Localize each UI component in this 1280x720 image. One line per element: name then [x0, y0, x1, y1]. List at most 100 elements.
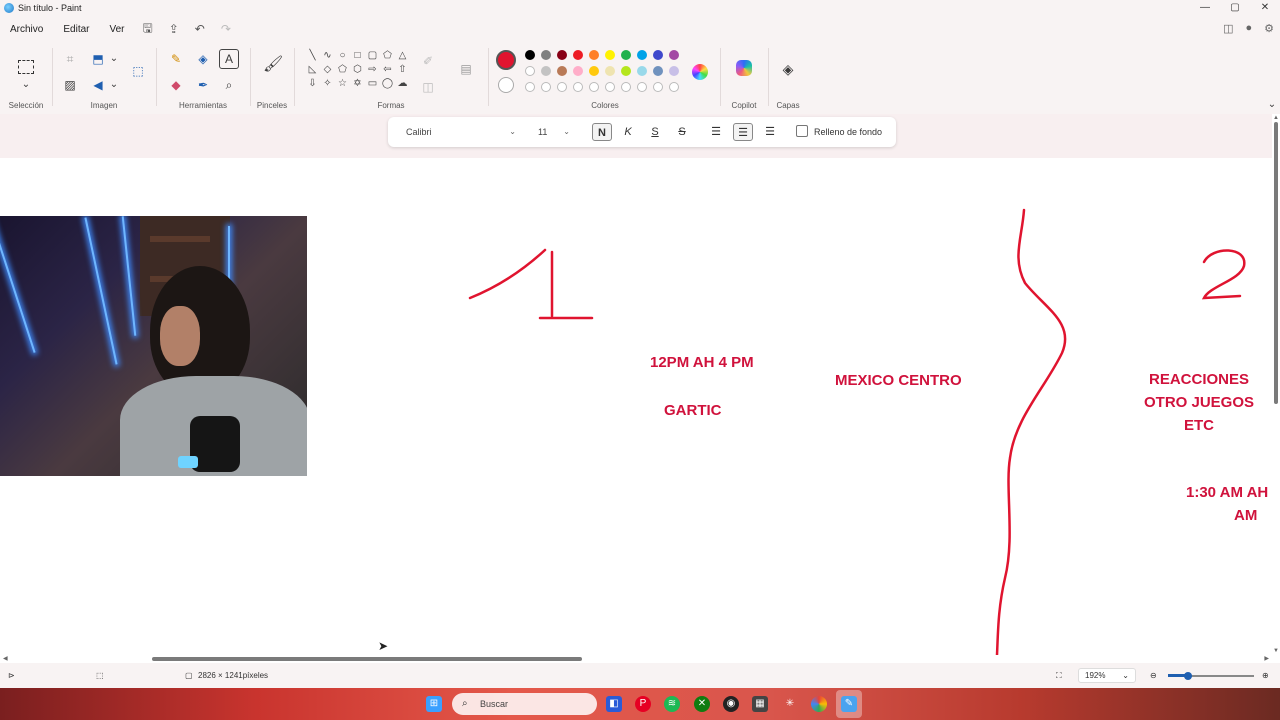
feedback-icon[interactable]: ◫: [1223, 22, 1233, 35]
vertical-scrollbar[interactable]: ▲ ▼: [1272, 114, 1280, 655]
color-swatch[interactable]: [653, 66, 663, 76]
layers-icon[interactable]: ◈: [780, 62, 796, 76]
scroll-down-icon[interactable]: ▼: [1273, 648, 1279, 654]
save-icon[interactable]: 🖫: [143, 19, 153, 40]
custom-color-slot[interactable]: [589, 82, 599, 92]
scroll-right-icon[interactable]: ▶: [1264, 655, 1269, 662]
rotate-icon[interactable]: ▨: [62, 78, 78, 92]
font-size-select[interactable]: 11 ⌄: [530, 123, 576, 141]
text-tool-icon[interactable]: A: [219, 49, 239, 69]
chevron-down-icon[interactable]: ⌄: [18, 78, 34, 92]
brush-icon[interactable]: 🖌: [263, 57, 283, 73]
minimize-button[interactable]: —: [1190, 0, 1220, 16]
menu-archivo[interactable]: Archivo: [10, 24, 43, 35]
share-icon[interactable]: ⇪: [169, 22, 179, 36]
five-point-star-icon[interactable]: ☆: [335, 78, 350, 92]
close-button[interactable]: ✕: [1250, 0, 1280, 16]
custom-color-slot[interactable]: [669, 82, 679, 92]
color-swatch[interactable]: [653, 50, 663, 60]
resize-icon[interactable]: ⬒: [90, 52, 106, 66]
callout-rect-icon[interactable]: ▭: [365, 78, 380, 92]
custom-color-slot[interactable]: [605, 82, 615, 92]
cloud-shape-icon[interactable]: ☁: [395, 78, 410, 92]
color-swatch[interactable]: [621, 50, 631, 60]
scroll-left-icon[interactable]: ◀: [3, 655, 8, 662]
curve-shape-icon[interactable]: ∿: [320, 50, 335, 64]
custom-color-slot[interactable]: [573, 82, 583, 92]
obs-icon[interactable]: ◉: [723, 696, 739, 712]
fit-to-window-icon[interactable]: ⛶: [1056, 671, 1062, 681]
color-swatch[interactable]: [573, 50, 583, 60]
chrome-icon[interactable]: [811, 696, 827, 712]
color-swatch[interactable]: [557, 50, 567, 60]
chevron-down-icon[interactable]: ⌄: [106, 78, 122, 92]
left-arrow-shape-icon[interactable]: ⇦: [380, 64, 395, 78]
color-swatch[interactable]: [525, 50, 535, 60]
rectangle-shape-icon[interactable]: □: [350, 50, 365, 64]
color-swatch[interactable]: [589, 50, 599, 60]
line-shape-icon[interactable]: ╲: [305, 50, 320, 64]
shape-options-icon[interactable]: ▤: [458, 62, 474, 76]
color-swatch[interactable]: [589, 66, 599, 76]
color-swatch[interactable]: [637, 66, 647, 76]
hexagon-shape-icon[interactable]: ⬡: [350, 64, 365, 78]
color-swatch[interactable]: [621, 66, 631, 76]
vertical-scroll-thumb[interactable]: [1274, 122, 1278, 404]
color-wheel-icon[interactable]: [692, 64, 708, 80]
diamond-shape-icon[interactable]: ◇: [320, 64, 335, 78]
custom-color-slot[interactable]: [637, 82, 647, 92]
undo-icon[interactable]: ↶: [195, 22, 205, 36]
font-family-select[interactable]: Calibri ⌄: [398, 123, 522, 141]
pentagon-shape-icon[interactable]: ⬠: [335, 64, 350, 78]
strikethrough-button[interactable]: S: [672, 123, 692, 141]
horizontal-scroll-thumb[interactable]: [152, 657, 582, 661]
down-arrow-shape-icon[interactable]: ⇩: [305, 78, 320, 92]
background-fill-checkbox[interactable]: [796, 125, 808, 137]
maximize-button[interactable]: ▢: [1220, 0, 1250, 16]
scroll-up-icon[interactable]: ▲: [1273, 115, 1279, 121]
color-swatch[interactable]: [637, 50, 647, 60]
flip-icon[interactable]: ◀: [90, 78, 106, 92]
eraser-icon[interactable]: ◆: [168, 78, 184, 92]
spark-app-icon[interactable]: ✳: [782, 696, 798, 712]
taskbar-search[interactable]: ⌕ Buscar: [452, 693, 597, 715]
align-center-icon[interactable]: ☰: [733, 123, 753, 141]
fill-style-icon[interactable]: ◫: [420, 80, 436, 94]
zoom-in-icon[interactable]: ⊕: [1262, 671, 1269, 680]
color-swatch[interactable]: [669, 50, 679, 60]
xbox-icon[interactable]: ✕: [694, 696, 710, 712]
copilot-icon[interactable]: [736, 60, 752, 76]
right-triangle-shape-icon[interactable]: ◺: [305, 64, 320, 78]
pencil-icon[interactable]: ✎: [168, 52, 184, 66]
color-swatch[interactable]: [573, 66, 583, 76]
spotify-icon[interactable]: ≋: [664, 696, 680, 712]
italic-button[interactable]: K: [618, 123, 638, 141]
right-arrow-shape-icon[interactable]: ⇨: [365, 64, 380, 78]
active-color-swatch[interactable]: [496, 50, 516, 70]
custom-color-slot[interactable]: [621, 82, 631, 92]
taskbar-app-icon[interactable]: ◧: [606, 696, 622, 712]
color-swatch[interactable]: [557, 66, 567, 76]
color-swatch[interactable]: [541, 66, 551, 76]
triangle-shape-icon[interactable]: △: [395, 50, 410, 64]
zoom-out-icon[interactable]: ⊖: [1150, 671, 1157, 680]
custom-color-slot[interactable]: [525, 82, 535, 92]
custom-color-slot[interactable]: [557, 82, 567, 92]
drawing-canvas[interactable]: 12PM AH 4 PM GARTIC MEXICO CENTRO REACCI…: [0, 158, 1272, 655]
horizontal-scrollbar[interactable]: ◀ ▶: [0, 655, 1272, 663]
underline-button[interactable]: S: [645, 123, 665, 141]
custom-color-slot[interactable]: [541, 82, 551, 92]
select-rect-icon[interactable]: [18, 60, 34, 74]
windows-start-icon[interactable]: ⊞: [426, 696, 442, 712]
polygon-shape-icon[interactable]: ⬠: [380, 50, 395, 64]
zoom-slider-handle[interactable]: [1184, 672, 1192, 680]
color-swatch[interactable]: [605, 66, 615, 76]
secondary-color-swatch[interactable]: [498, 77, 514, 93]
outline-icon[interactable]: ✐: [420, 54, 436, 68]
oval-shape-icon[interactable]: ○: [335, 50, 350, 64]
color-swatch[interactable]: [525, 66, 535, 76]
app-icon[interactable]: ▦: [752, 696, 768, 712]
magnifier-icon[interactable]: ⌕: [221, 78, 237, 92]
chevron-down-icon[interactable]: ⌄: [106, 52, 122, 66]
color-swatch[interactable]: [541, 50, 551, 60]
